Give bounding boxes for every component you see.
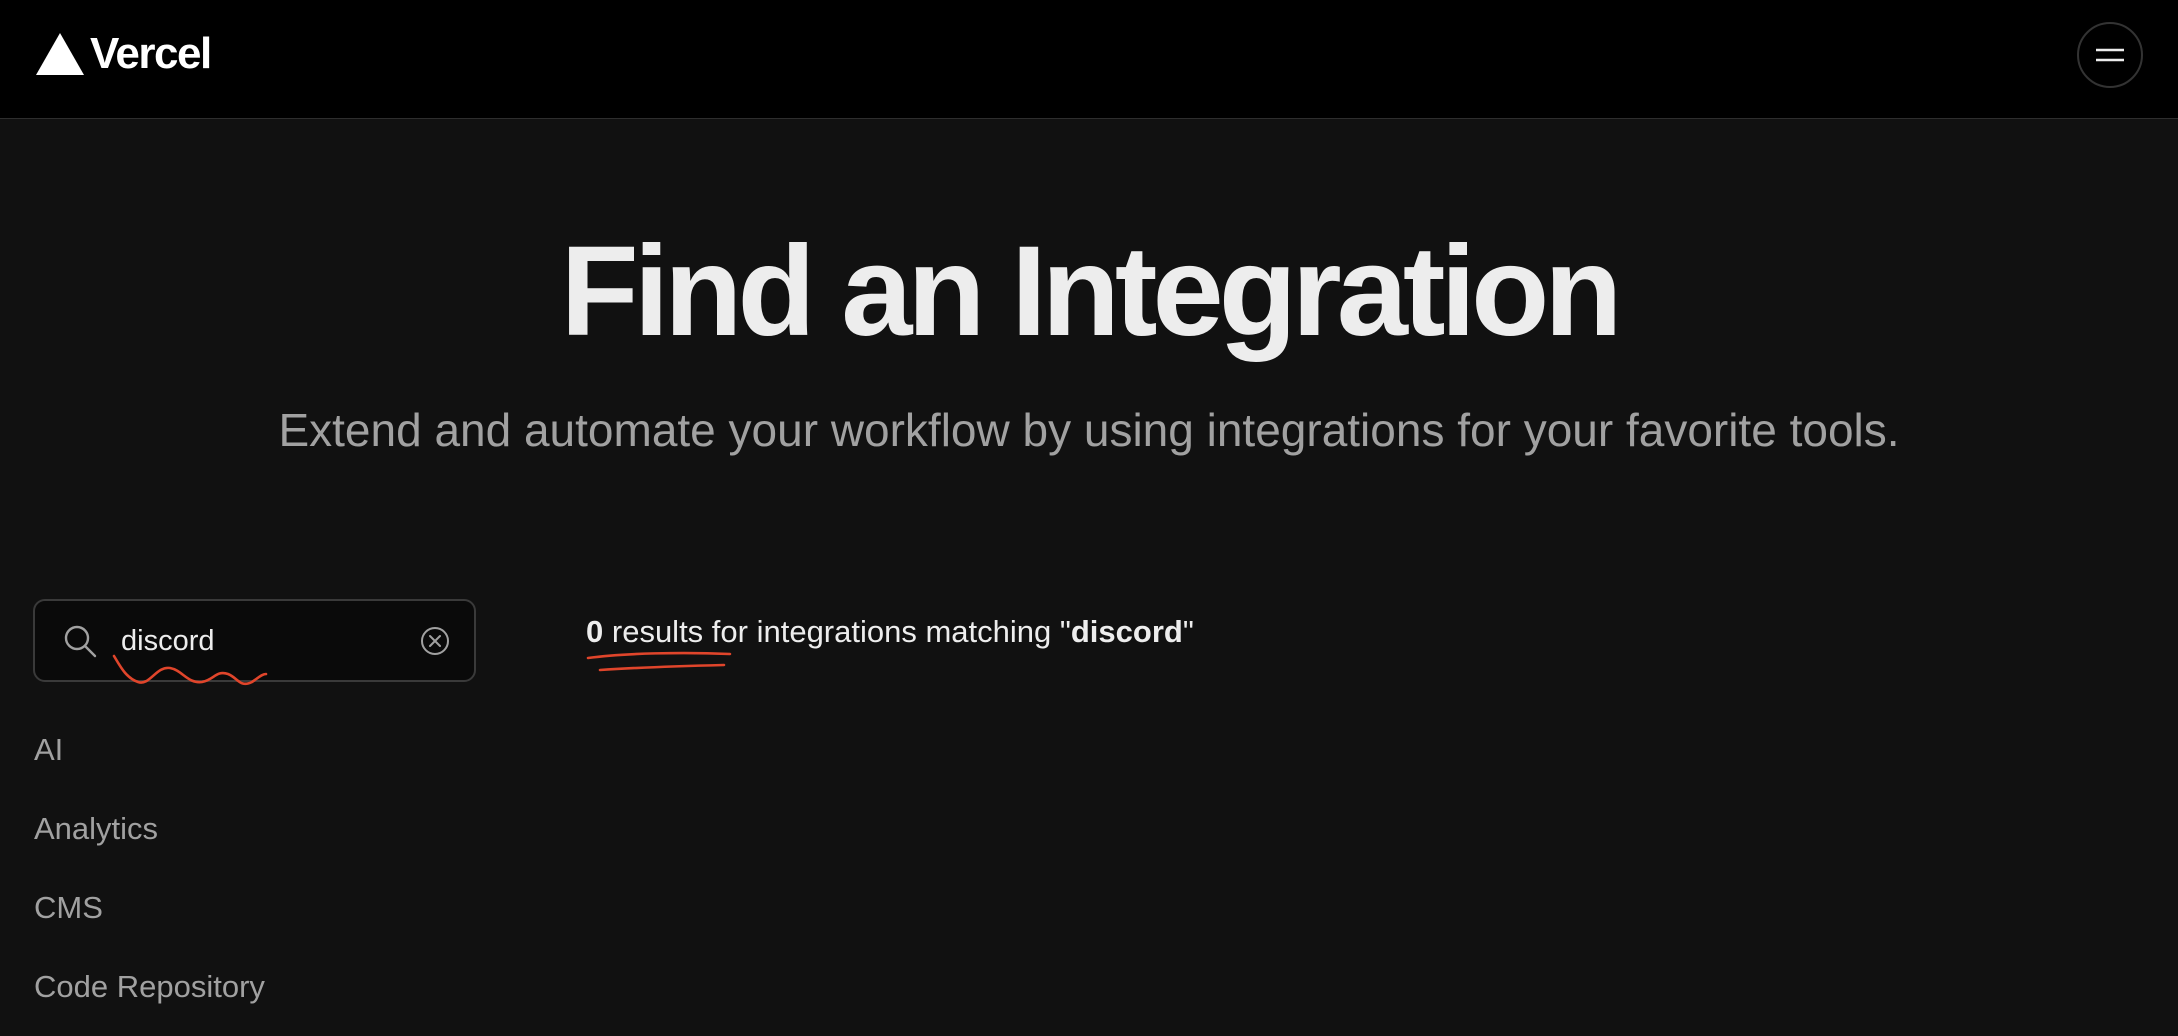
- results-suffix: ": [1182, 614, 1194, 649]
- top-navigation-bar: Vercel: [0, 0, 2178, 119]
- category-item-analytics[interactable]: Analytics: [34, 799, 265, 878]
- page-subtitle: Extend and automate your workflow by usi…: [278, 404, 1900, 456]
- category-item-ai[interactable]: AI: [34, 720, 265, 799]
- results-count: 0: [586, 614, 604, 649]
- results-word: results: [611, 614, 704, 649]
- search-icon: [64, 625, 97, 658]
- page-title: Find an Integration: [560, 220, 1623, 363]
- category-list: AI Analytics CMS Code Repository: [34, 720, 265, 1036]
- search-box: [33, 599, 476, 682]
- search-input[interactable]: [121, 617, 411, 665]
- results-query: discord: [1070, 614, 1183, 649]
- logo-text: Vercel: [90, 29, 212, 78]
- vercel-logo-link[interactable]: Vercel: [34, 29, 212, 78]
- category-item-cms[interactable]: CMS: [34, 878, 265, 957]
- hamburger-menu-icon: [2096, 48, 2124, 62]
- menu-button[interactable]: [2077, 22, 2143, 88]
- results-summary: 0 results for integrations matching "dis…: [586, 608, 1194, 656]
- results-prefix: for integrations matching ": [703, 614, 1071, 649]
- vercel-triangle-icon: [36, 33, 84, 75]
- category-item-code-repository[interactable]: Code Repository: [34, 957, 265, 1036]
- clear-circle-x-icon[interactable]: [419, 625, 451, 657]
